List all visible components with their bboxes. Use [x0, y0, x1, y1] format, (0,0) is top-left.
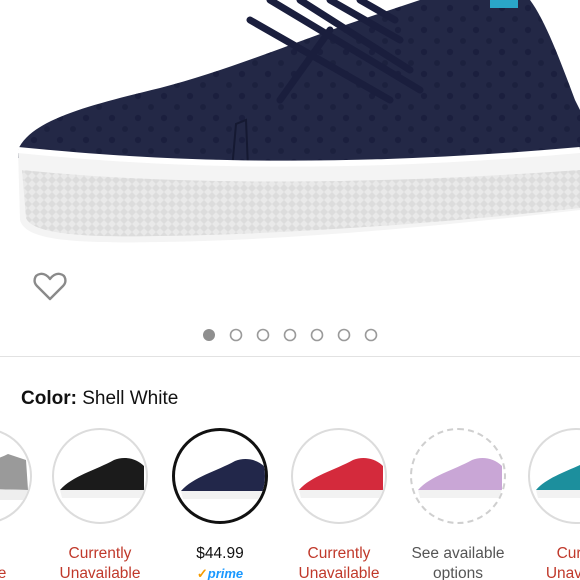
swatch-teal-status: CurreUnavaila — [545, 545, 580, 580]
shoe-thumbnail-grey — [0, 454, 28, 500]
color-value: Shell White — [82, 388, 179, 409]
shoe-thumbnail-red — [299, 458, 383, 498]
swatch-navy[interactable] — [172, 428, 268, 524]
shoe-thumbnail-teal — [536, 464, 580, 498]
carousel-indicator — [0, 326, 580, 344]
sneaker-image — [17, 0, 580, 243]
carousel-dot-7[interactable] — [364, 328, 378, 342]
shoe-thumbnail-navy — [181, 459, 265, 499]
carousel-dot-2[interactable] — [229, 328, 243, 342]
carousel-dot-1[interactable] — [203, 329, 215, 341]
prime-check-icon: ✓ — [196, 566, 208, 580]
swatch-teal[interactable] — [528, 428, 580, 524]
color-swatch-list: tlyailable CurrentlyUnavailable $44.99 ✓… — [0, 428, 580, 580]
carousel-dot-4[interactable] — [283, 328, 297, 342]
shoe-thumbnail-black — [60, 458, 144, 498]
swatch-grey[interactable] — [0, 428, 32, 524]
carousel-dot-3[interactable] — [256, 328, 270, 342]
favorite-button[interactable] — [32, 268, 68, 304]
color-selection-label: Color: Shell White — [21, 388, 178, 410]
color-label: Color: — [21, 388, 77, 409]
swatch-black[interactable] — [52, 428, 148, 524]
swatch-red[interactable] — [291, 428, 387, 524]
section-divider — [0, 356, 580, 357]
carousel-dot-6[interactable] — [337, 328, 351, 342]
shoe-thumbnail-lavender — [418, 458, 502, 498]
heart-outline-icon — [33, 272, 67, 301]
swatch-lavender[interactable] — [410, 428, 506, 524]
product-image[interactable] — [0, 0, 580, 310]
carousel-dot-5[interactable] — [310, 328, 324, 342]
